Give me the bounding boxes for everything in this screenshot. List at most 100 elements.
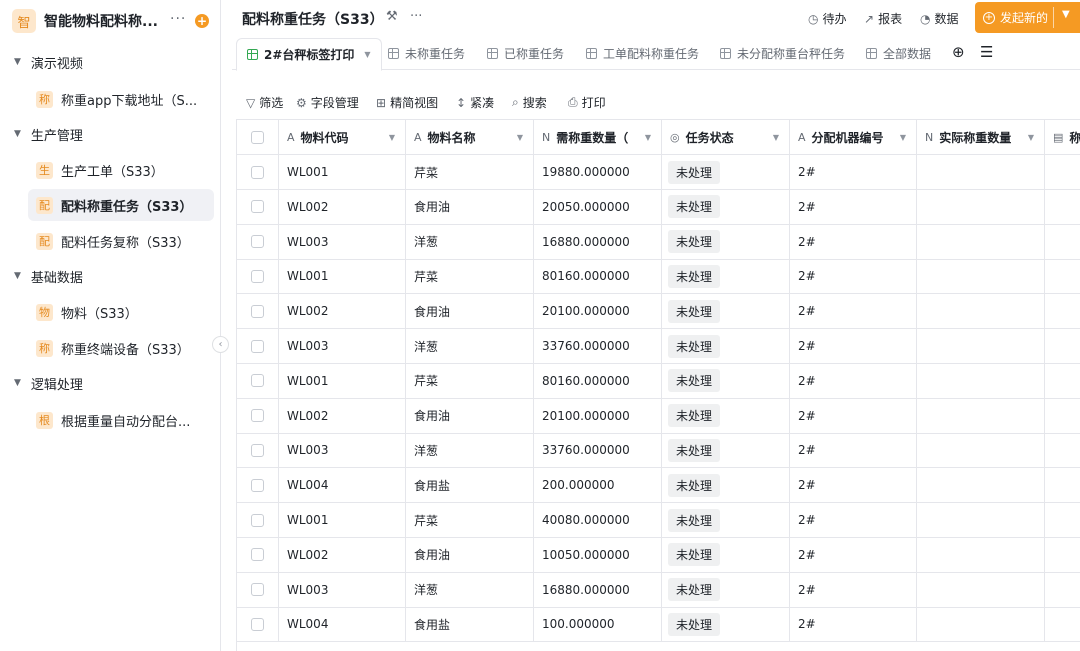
cell-truncated[interactable] [1045, 433, 1080, 467]
data-button[interactable]: ◔ 数据 [920, 10, 959, 27]
sidebar-group-base-data[interactable]: ▼ 基础数据 [14, 266, 83, 286]
cell-actual-weight[interactable] [917, 537, 1045, 572]
caret-down-icon[interactable]: ▼ [364, 50, 370, 59]
cell-truncated[interactable] [1045, 225, 1080, 259]
row-checkbox[interactable] [251, 200, 264, 214]
row-checkbox[interactable] [251, 478, 264, 492]
table-row[interactable]: WL003 洋葱 16880.000000 未处理 2# [237, 572, 1080, 608]
cell-machine-number[interactable]: 2# [790, 468, 917, 503]
cell-truncated[interactable] [1045, 190, 1080, 224]
caret-down-icon[interactable]: ▼ [389, 133, 395, 142]
row-checkbox[interactable] [251, 339, 264, 353]
cell-material-code[interactable]: WL004 [279, 468, 406, 503]
cell-actual-weight[interactable] [917, 259, 1045, 294]
column-header-actual-weight[interactable]: N 实际称重数量 ▼ [917, 120, 1045, 154]
wrench-icon[interactable]: ⚒ [386, 9, 398, 24]
column-header-required-weight[interactable]: N 需称重数量（ ▼ [534, 120, 662, 154]
table-row[interactable]: WL001 芹菜 40080.000000 未处理 2# [237, 503, 1080, 538]
tab-weighed[interactable]: 已称重任务 [487, 36, 564, 70]
cell-required-weight[interactable]: 200.000000 [534, 468, 662, 503]
print-button[interactable]: ⎙ 打印 [568, 94, 606, 111]
table-row[interactable]: WL003 洋葱 33760.000000 未处理 2# [237, 329, 1080, 364]
search-button[interactable]: ⌕ 搜索 [512, 94, 547, 111]
view-list-icon[interactable]: ☰ [980, 43, 993, 61]
cell-material-name[interactable]: 食用盐 [406, 607, 534, 642]
cell-actual-weight[interactable] [917, 363, 1045, 398]
cell-truncated[interactable] [1045, 294, 1080, 328]
cell-task-status[interactable]: 未处理 [662, 259, 790, 294]
cell-required-weight[interactable]: 80160.000000 [534, 363, 662, 398]
cell-machine-number[interactable]: 2# [790, 329, 917, 363]
sidebar-item-work-order[interactable]: 生 生产工单（S33） [28, 154, 214, 186]
cell-actual-weight[interactable] [917, 607, 1045, 642]
cell-required-weight[interactable]: 19880.000000 [534, 155, 662, 189]
caret-down-icon[interactable]: ▼ [900, 133, 906, 142]
add-view-icon[interactable]: ⊕ [952, 43, 965, 61]
cell-material-name[interactable]: 洋葱 [406, 572, 534, 607]
table-row[interactable]: WL003 洋葱 16880.000000 未处理 2# [237, 224, 1080, 260]
cell-required-weight[interactable]: 10050.000000 [534, 537, 662, 572]
cell-actual-weight[interactable] [917, 155, 1045, 189]
cell-material-code[interactable]: WL003 [279, 572, 406, 607]
cell-task-status[interactable]: 未处理 [662, 398, 790, 433]
row-checkbox[interactable] [251, 409, 264, 423]
cell-truncated[interactable] [1045, 573, 1080, 607]
row-checkbox[interactable] [251, 235, 264, 249]
cell-actual-weight[interactable] [917, 433, 1045, 468]
cell-material-name[interactable]: 洋葱 [406, 329, 534, 363]
cell-truncated[interactable] [1045, 399, 1080, 433]
sidebar-item-weighing-task[interactable]: 配 配料称重任务（S33） [28, 189, 214, 221]
cell-actual-weight[interactable] [917, 294, 1045, 329]
cell-task-status[interactable]: 未处理 [662, 155, 790, 189]
cell-truncated[interactable] [1045, 503, 1080, 537]
caret-down-icon[interactable]: ▼ [645, 133, 651, 142]
cell-machine-number[interactable]: 2# [790, 224, 917, 259]
cell-material-name[interactable]: 芹菜 [406, 503, 534, 537]
cell-material-code[interactable]: WL003 [279, 224, 406, 259]
column-header-task-status[interactable]: ◎ 任务状态 ▼ [662, 120, 790, 154]
tab-scale-label-print[interactable]: 2#台秤标签打印 ▼ [236, 38, 382, 71]
create-new-button[interactable]: + 发起新的 ▼ [975, 2, 1080, 33]
cell-task-status[interactable]: 未处理 [662, 189, 790, 224]
compact-button[interactable]: ↕ 紧凑 [456, 94, 494, 111]
cell-required-weight[interactable]: 20100.000000 [534, 294, 662, 329]
cell-machine-number[interactable]: 2# [790, 607, 917, 642]
cell-task-status[interactable]: 未处理 [662, 607, 790, 642]
column-header-truncated[interactable]: ▤ 称 [1045, 120, 1080, 154]
cell-required-weight[interactable]: 20050.000000 [534, 189, 662, 224]
column-header-material-name[interactable]: A 物料名称 ▼ [406, 120, 534, 154]
cell-machine-number[interactable]: 2# [790, 503, 917, 537]
cell-material-name[interactable]: 芹菜 [406, 363, 534, 398]
cell-machine-number[interactable]: 2# [790, 155, 917, 189]
sidebar-group-production[interactable]: ▼ 生产管理 [14, 124, 83, 144]
field-manage-button[interactable]: ⚙ 字段管理 [296, 94, 359, 111]
collapse-sidebar-icon[interactable]: ‹ [212, 336, 229, 353]
chevron-down-icon[interactable]: ▼ [1062, 9, 1070, 20]
row-checkbox[interactable] [251, 548, 264, 562]
row-checkbox[interactable] [251, 269, 264, 283]
table-row[interactable]: WL003 洋葱 33760.000000 未处理 2# [237, 433, 1080, 469]
table-row[interactable]: WL002 食用油 20100.000000 未处理 2# [237, 294, 1080, 330]
cell-material-code[interactable]: WL002 [279, 189, 406, 224]
cell-material-name[interactable]: 洋葱 [406, 224, 534, 259]
sidebar-group-demo[interactable]: ▼ 演示视频 [14, 52, 83, 72]
caret-down-icon[interactable]: ▼ [773, 133, 779, 142]
row-checkbox[interactable] [251, 513, 264, 527]
cell-truncated[interactable] [1045, 259, 1080, 293]
cell-task-status[interactable]: 未处理 [662, 468, 790, 503]
cell-required-weight[interactable]: 40080.000000 [534, 503, 662, 537]
cell-material-code[interactable]: WL001 [279, 363, 406, 398]
more-icon[interactable]: ··· [170, 11, 186, 27]
sidebar-item-auto-assign[interactable]: 根 根据重量自动分配台... [28, 404, 214, 436]
tab-unassigned[interactable]: 未分配称重台秤任务 [720, 36, 845, 70]
caret-down-icon[interactable]: ▼ [517, 133, 523, 142]
cell-machine-number[interactable]: 2# [790, 294, 917, 329]
cell-task-status[interactable]: 未处理 [662, 433, 790, 468]
add-icon[interactable]: + [195, 14, 209, 28]
cell-task-status[interactable]: 未处理 [662, 224, 790, 259]
cell-actual-weight[interactable] [917, 224, 1045, 259]
cell-required-weight[interactable]: 33760.000000 [534, 329, 662, 363]
cell-machine-number[interactable]: 2# [790, 259, 917, 294]
cell-actual-weight[interactable] [917, 189, 1045, 224]
cell-required-weight[interactable]: 100.000000 [534, 607, 662, 642]
